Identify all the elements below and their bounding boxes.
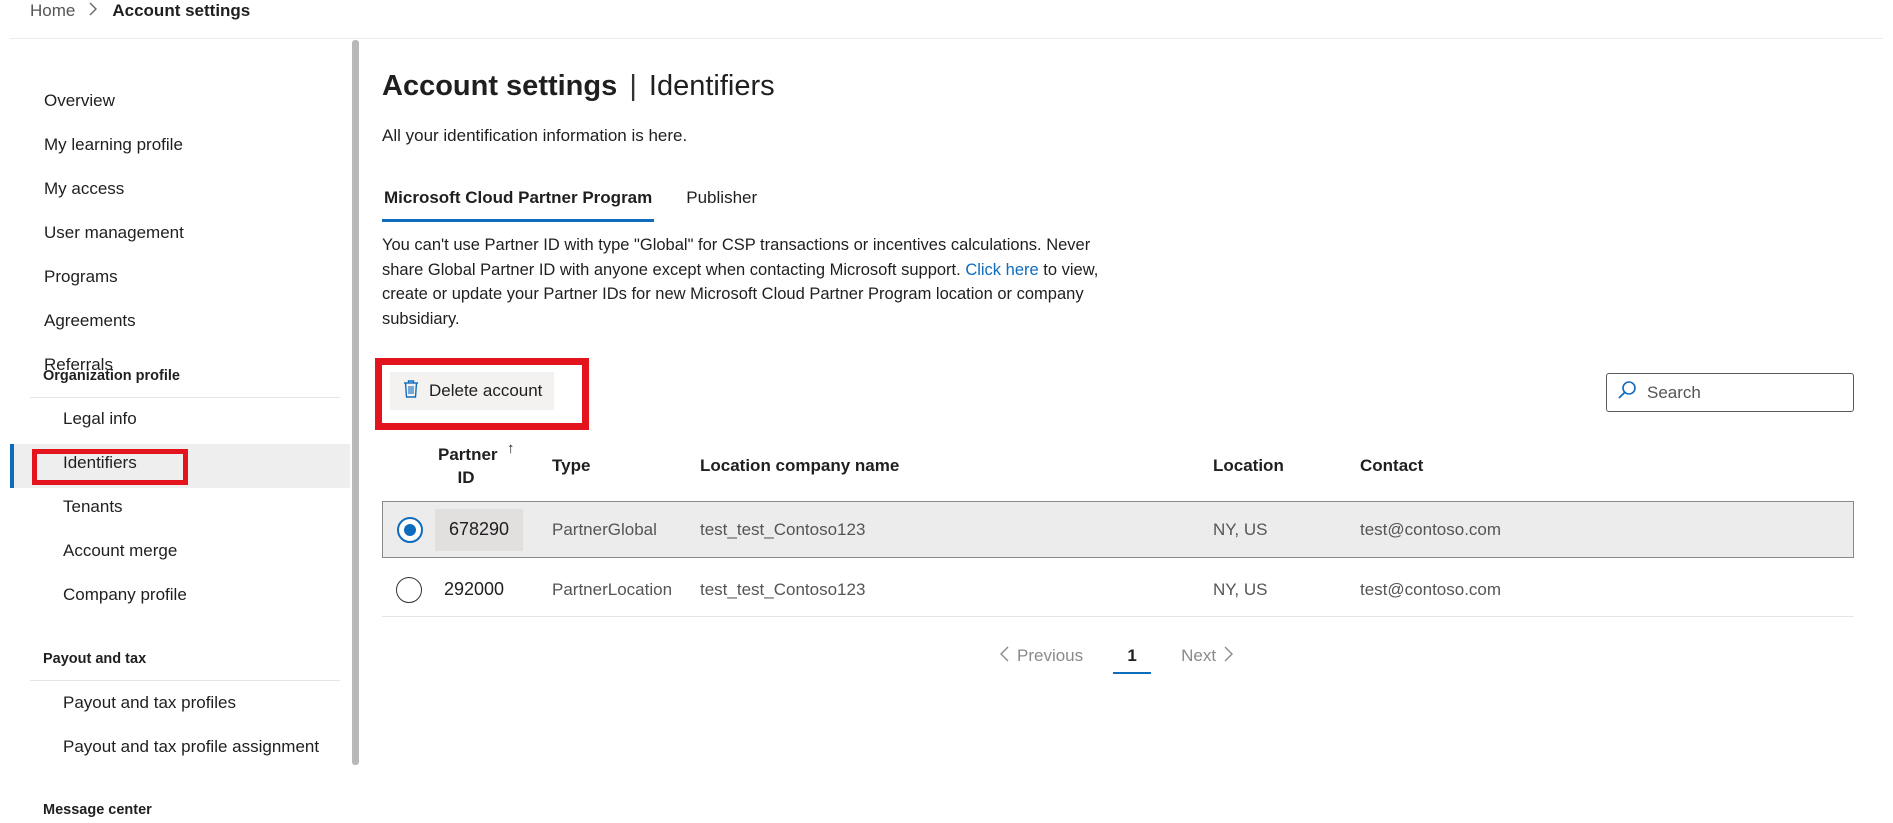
- sidebar-scrollbar[interactable]: [352, 40, 359, 765]
- table-row[interactable]: 678290 PartnerGlobal test_test_Contoso12…: [382, 501, 1854, 558]
- section-heading-payout-and-tax: Payout and tax: [43, 651, 147, 667]
- sidebar-item-user-management[interactable]: User management: [44, 218, 184, 248]
- page-number-current[interactable]: 1: [1113, 646, 1152, 674]
- column-header-contact[interactable]: Contact: [1360, 456, 1423, 476]
- table-row[interactable]: 292000 PartnerLocation test_test_Contoso…: [382, 563, 1854, 617]
- page-description: All your identification information is h…: [382, 126, 688, 145]
- sidebar-item-account-merge[interactable]: Account merge: [63, 536, 177, 566]
- breadcrumb-current: Account settings: [112, 1, 251, 20]
- info-text: You can't use Partner ID with type "Glob…: [382, 233, 1102, 331]
- sort-ascending-icon[interactable]: ↑: [507, 440, 515, 457]
- row-select-radio[interactable]: [397, 516, 423, 543]
- column-header-location[interactable]: Location: [1213, 456, 1284, 476]
- highlight-box-delete-account: [375, 358, 589, 430]
- type-cell: PartnerLocation: [552, 579, 673, 599]
- sidebar-item-programs[interactable]: Programs: [44, 262, 118, 292]
- previous-label: Previous: [1017, 646, 1084, 665]
- click-here-link[interactable]: Click here: [965, 261, 1038, 279]
- sidebar: Overview My learning profile My access U…: [10, 40, 359, 823]
- page-title: Account settings | Identifiers: [382, 70, 775, 103]
- search-box[interactable]: [1606, 373, 1854, 412]
- breadcrumb: Home Account settings: [30, 0, 250, 22]
- partner-id-value: 678290: [435, 508, 524, 551]
- contact-cell: test@contoso.com: [1360, 579, 1502, 599]
- section-divider: [30, 397, 340, 398]
- sidebar-item-agreements[interactable]: Agreements: [44, 306, 136, 336]
- sidebar-item-tenants[interactable]: Tenants: [63, 492, 123, 522]
- column-header-location-company-name[interactable]: Location company name: [700, 456, 899, 476]
- tab-microsoft-cloud-partner-program[interactable]: Microsoft Cloud Partner Program: [382, 186, 655, 222]
- sidebar-item-overview[interactable]: Overview: [44, 86, 115, 116]
- location-company-cell: test_test_Contoso123: [700, 579, 866, 599]
- main-content: Account settings | Identifiers All your …: [375, 0, 1872, 823]
- sidebar-item-payout-and-tax-profile-assignment[interactable]: Payout and tax profile assignment: [63, 732, 319, 762]
- sidebar-item-payout-and-tax-profiles[interactable]: Payout and tax profiles: [63, 688, 236, 718]
- page-title-primary: Account settings: [382, 70, 618, 102]
- sidebar-item-legal-info[interactable]: Legal info: [63, 404, 137, 434]
- row-select-radio[interactable]: [396, 576, 422, 603]
- chevron-right-icon: [89, 2, 98, 20]
- section-heading-organization-profile: Organization profile: [43, 368, 180, 384]
- column-header-partner-id[interactable]: Partner ID: [438, 443, 498, 489]
- pagination: Previous 1 Next: [1000, 640, 1234, 674]
- chevron-left-icon: [1000, 646, 1009, 667]
- page-title-separator: |: [629, 70, 637, 102]
- previous-page-button[interactable]: Previous: [1000, 646, 1083, 667]
- highlight-box-identifiers: [32, 449, 188, 485]
- sidebar-item-my-access[interactable]: My access: [44, 174, 124, 204]
- sidebar-selected-indicator: [10, 444, 14, 488]
- location-company-cell: test_test_Contoso123: [700, 519, 866, 539]
- next-page-button[interactable]: Next: [1181, 646, 1234, 667]
- type-cell: PartnerGlobal: [552, 519, 657, 539]
- breadcrumb-home[interactable]: Home: [30, 1, 75, 21]
- search-input[interactable]: [1645, 381, 1835, 404]
- next-label: Next: [1181, 646, 1217, 665]
- sidebar-item-company-profile[interactable]: Company profile: [63, 580, 187, 610]
- sidebar-item-my-learning-profile[interactable]: My learning profile: [44, 130, 183, 160]
- column-header-type[interactable]: Type: [552, 456, 590, 476]
- location-cell: NY, US: [1213, 519, 1268, 539]
- location-cell: NY, US: [1213, 579, 1268, 599]
- page-title-secondary: Identifiers: [648, 70, 775, 102]
- section-divider: [30, 680, 340, 681]
- chevron-right-icon: [1224, 646, 1234, 667]
- partner-id-cell: 292000: [444, 579, 505, 599]
- partner-id-cell: 678290: [435, 502, 524, 557]
- search-icon: [1617, 380, 1645, 405]
- tab-publisher[interactable]: Publisher: [684, 186, 759, 222]
- section-heading-message-center: Message center: [43, 802, 152, 818]
- tab-bar: Microsoft Cloud Partner Program Publishe…: [382, 186, 789, 222]
- contact-cell: test@contoso.com: [1360, 519, 1502, 539]
